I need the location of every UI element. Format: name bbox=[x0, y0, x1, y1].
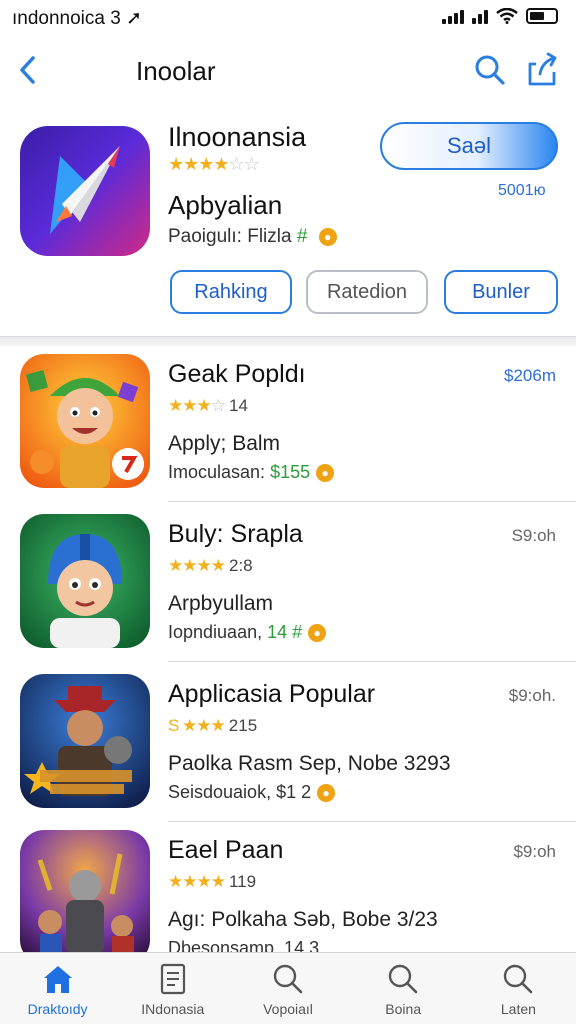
app-price: S9:oh bbox=[511, 526, 556, 545]
rating-stars: ★★★★ 119 bbox=[168, 872, 256, 892]
stars-filled: ★★★★ bbox=[168, 872, 226, 891]
coin-icon: ● bbox=[317, 784, 336, 803]
tab-today[interactable]: Draktoıdy bbox=[0, 953, 115, 1024]
app-name: Applicasia Popular bbox=[168, 680, 376, 708]
share-icon[interactable] bbox=[524, 50, 560, 88]
app-price: $9:oh. bbox=[508, 686, 556, 705]
app-price: $206m bbox=[504, 366, 556, 385]
chip-ranking[interactable]: Rahking bbox=[170, 270, 292, 314]
tab-label: Vopoiaıl bbox=[263, 1001, 313, 1017]
status-indicators bbox=[442, 8, 558, 24]
stars-filled: S ★★★ bbox=[168, 716, 226, 735]
featured-app-subtitle: Apbyalian bbox=[168, 190, 283, 220]
back-chevron-icon[interactable] bbox=[14, 52, 42, 88]
app-icon bbox=[20, 354, 150, 488]
tab-label: INdonasia bbox=[141, 1001, 205, 1017]
app-icon bbox=[20, 514, 150, 648]
search-icon bbox=[273, 964, 303, 994]
tab-label: Draktoıdy bbox=[27, 1001, 88, 1017]
tab-indonesia[interactable]: INdonasia bbox=[115, 953, 230, 1024]
coin-icon: ● bbox=[316, 464, 335, 483]
tab-laten[interactable]: Laten bbox=[461, 953, 576, 1024]
list-item[interactable]: Geak Popldı ★★★☆ 14 Apply; Balm Imoculasa… bbox=[0, 342, 576, 502]
chip-bundle[interactable]: Bunler bbox=[444, 270, 558, 314]
app-description: Paolka Rasm Sep, Nobe 3293 bbox=[168, 752, 451, 775]
list-item[interactable]: Buly: Srapla ★★★★ 2:8 Arpbyullam Iopndiua… bbox=[0, 502, 576, 662]
app-description: Arpbyullam bbox=[168, 592, 274, 615]
app-description: Agı: Polkaha Səb, Bobe 3/23 bbox=[168, 908, 438, 931]
stars-filled: ★★★★ bbox=[168, 556, 226, 575]
featured-rating-stars: ★★★★☆☆ bbox=[168, 154, 260, 174]
battery-icon bbox=[526, 8, 558, 24]
app-meta: Imoculasan: $155 ● bbox=[168, 462, 335, 483]
meta-green: $155 bbox=[270, 462, 311, 482]
app-name: Eael Paan bbox=[168, 836, 284, 864]
stars-filled: ★★★ bbox=[168, 396, 212, 415]
search-icon[interactable] bbox=[472, 52, 508, 88]
featured-price: 5001ю bbox=[498, 182, 546, 199]
wifi-icon bbox=[496, 8, 518, 24]
app-meta: Iopndiuaan, 14 # ● bbox=[168, 622, 327, 643]
search-icon bbox=[389, 964, 418, 994]
rating-count: 2:8 bbox=[228, 556, 253, 575]
search-icon bbox=[504, 964, 533, 994]
app-icon bbox=[20, 674, 150, 808]
app-icon bbox=[20, 830, 150, 964]
meta-text: Seisdouaiok, $1 2 bbox=[168, 782, 312, 802]
coin-icon: ● bbox=[318, 227, 337, 246]
rating-stars: S ★★★ 215 bbox=[168, 716, 257, 736]
coin-icon: ● bbox=[308, 624, 327, 643]
featured-app-icon[interactable] bbox=[20, 126, 150, 256]
featured-meta-green: # bbox=[296, 226, 308, 247]
nav-bar: Inoolar bbox=[0, 44, 576, 96]
rating-count: 215 bbox=[228, 716, 258, 735]
tab-popular[interactable]: Vopoiaıl bbox=[230, 953, 345, 1024]
featured-app-card: Ilnoonansia ★★★★☆☆ Apbyalian Paoigulı: F… bbox=[0, 110, 576, 338]
chip-rating[interactable]: Ratedion bbox=[306, 270, 428, 314]
rating-stars: ★★★☆ 14 bbox=[168, 396, 248, 416]
app-name: Geak Popldı bbox=[168, 360, 306, 388]
app-price: $9:oh bbox=[513, 842, 556, 861]
featured-meta-text: Paoigulı: Flizla bbox=[168, 226, 292, 247]
signal-icon bbox=[442, 8, 464, 24]
signal-icon bbox=[472, 8, 488, 24]
get-button[interactable]: Saəl bbox=[380, 122, 558, 170]
meta-green: 14 # bbox=[267, 622, 303, 642]
app-name: Buly: Srapla bbox=[168, 520, 303, 548]
featured-app-meta: Paoigulı: Flizla # ● bbox=[168, 226, 337, 248]
featured-app-title: Ilnoonansia bbox=[168, 122, 307, 152]
rating-count: 119 bbox=[228, 872, 257, 891]
document-icon bbox=[160, 963, 185, 995]
app-description: Apply; Balm bbox=[168, 432, 281, 455]
tab-label: Laten bbox=[500, 1001, 536, 1017]
carrier-label: ındonnoica 3 ➚ bbox=[12, 8, 143, 29]
rating-count: 14 bbox=[228, 396, 248, 415]
stars-empty: ☆ bbox=[210, 396, 226, 415]
meta-text: Imoculasan: bbox=[168, 462, 266, 482]
home-icon bbox=[43, 966, 72, 993]
app-meta: Seisdouaiok, $1 2 ● bbox=[168, 782, 336, 803]
page-title: Inoolar bbox=[136, 56, 216, 86]
tab-label: Boina bbox=[385, 1001, 422, 1017]
meta-text: Iopndiuaan, bbox=[168, 622, 263, 642]
status-bar: ındonnoica 3 ➚ bbox=[0, 0, 576, 36]
tab-boina[interactable]: Boina bbox=[346, 953, 461, 1024]
tab-bar: Draktoıdy INdonasia Vopoiaıl Boina Laten bbox=[0, 952, 576, 1024]
list-item[interactable]: Applicasia Popular S ★★★ 215 Paolka Rasm … bbox=[0, 662, 576, 822]
rating-stars: ★★★★ 2:8 bbox=[168, 556, 253, 576]
